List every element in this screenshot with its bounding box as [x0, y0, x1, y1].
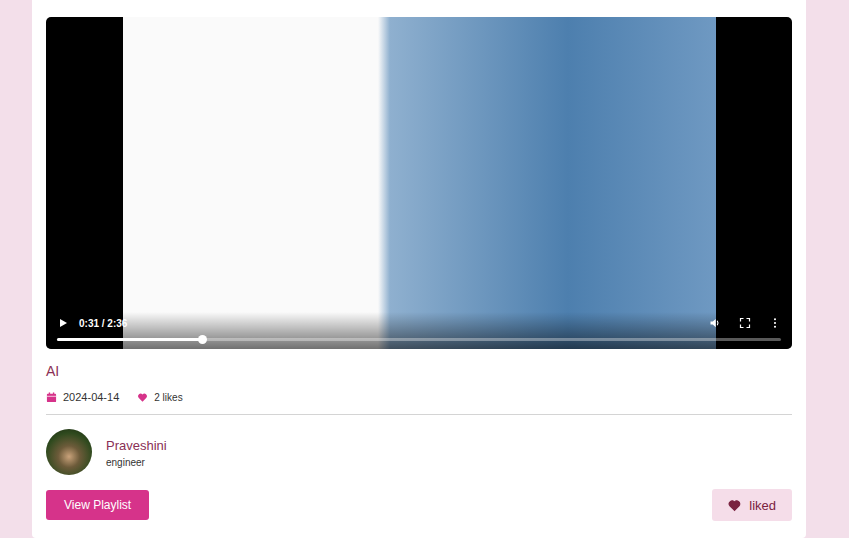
like-button[interactable]: liked — [712, 489, 792, 521]
heart-icon — [728, 499, 741, 512]
likes-count: 2 likes — [154, 392, 182, 403]
divider — [46, 414, 792, 415]
progress-thumb[interactable] — [198, 335, 207, 344]
more-icon[interactable] — [769, 317, 781, 329]
calendar-icon — [46, 392, 57, 403]
author: Praveshini engineer — [46, 429, 792, 475]
author-role: engineer — [106, 457, 167, 468]
author-avatar[interactable] — [46, 429, 92, 475]
time-display: 0:31 / 2:36 — [79, 318, 127, 329]
page: 0:31 / 2:36 AI 2024-04-14 2 likes Praveshini… — [0, 0, 849, 538]
view-playlist-button[interactable]: View Playlist — [46, 490, 149, 520]
heart-icon — [137, 392, 148, 403]
meta-row: 2024-04-14 2 likes — [46, 389, 792, 405]
video-frame — [123, 17, 716, 349]
upload-date: 2024-04-14 — [63, 391, 119, 403]
video-card: 0:31 / 2:36 AI 2024-04-14 2 likes Praveshini… — [32, 0, 806, 538]
volume-icon[interactable] — [709, 317, 721, 329]
play-icon[interactable] — [57, 317, 69, 329]
video-controls: 0:31 / 2:36 — [46, 312, 792, 349]
video-player[interactable]: 0:31 / 2:36 — [46, 17, 792, 349]
progress-bar[interactable] — [57, 338, 781, 341]
video-title: AI — [46, 362, 792, 380]
actions-row: View Playlist liked — [46, 489, 792, 521]
author-name[interactable]: Praveshini — [106, 437, 167, 454]
fullscreen-icon[interactable] — [739, 317, 751, 329]
